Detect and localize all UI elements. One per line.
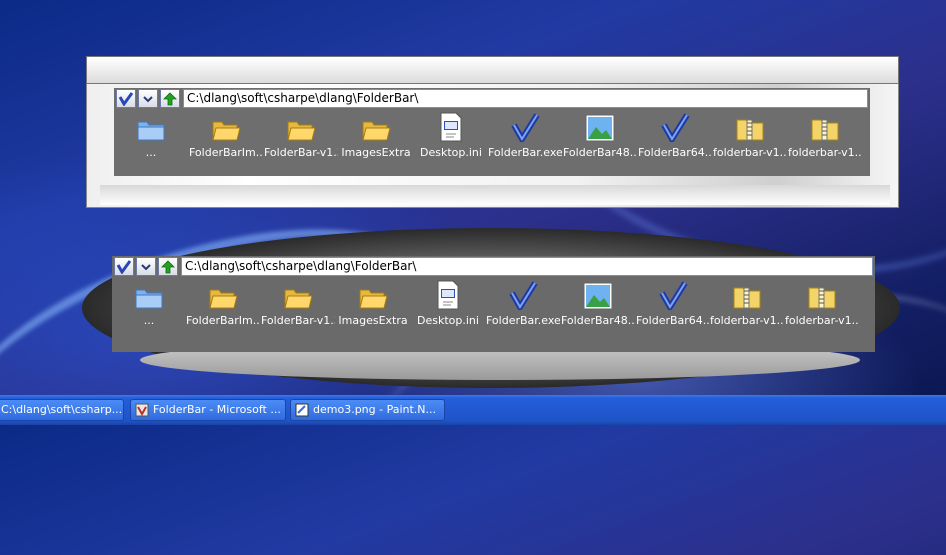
file-item[interactable]: folderbar-v1.... [713, 112, 787, 159]
folder-icon [189, 112, 263, 142]
file-item[interactable]: FolderBarIm... [189, 112, 263, 159]
file-item-label: FolderBar48... [563, 146, 637, 159]
file-item[interactable]: FolderBar64... [636, 280, 710, 327]
file-item[interactable]: FolderBar.exe [488, 112, 562, 159]
file-item-label: folderbar-v1.... [788, 146, 862, 159]
folderbar-exe-icon [636, 280, 710, 310]
file-item-label: FolderBar-v1.3 [261, 314, 335, 327]
file-item[interactable]: FolderBar-v1.3 [264, 112, 338, 159]
folderbar-logo-icon [116, 260, 132, 274]
file-item[interactable]: FolderBarIm... [186, 280, 260, 327]
file-item[interactable]: FolderBar48... [561, 280, 635, 327]
file-item[interactable]: FolderBar48... [563, 112, 637, 159]
file-item[interactable]: folderbar-v1.... [785, 280, 859, 327]
ini-file-icon [414, 112, 488, 142]
folderbar-toolbar: C:\dlang\soft\csharpe\dlang\FolderBar\ [114, 88, 870, 109]
folderbar-exe-icon [638, 112, 712, 142]
folderbar-panel: C:\dlang\soft\csharpe\dlang\FolderBar\ .… [114, 88, 870, 176]
taskbar-label: FolderBar - Microsoft ... [153, 403, 281, 416]
folderbar-logo-button[interactable] [114, 257, 134, 276]
file-item[interactable]: ImagesExtra [336, 280, 410, 327]
folder-icon [336, 280, 410, 310]
file-item-label: ... [145, 146, 157, 159]
zip-folder-icon [710, 280, 784, 310]
taskbar-button-explorer[interactable]: C:\dlang\soft\csharp... [0, 399, 124, 421]
file-item-label: folderbar-v1.... [785, 314, 859, 327]
file-item[interactable]: ... [114, 112, 188, 159]
ini-file-icon [411, 280, 485, 310]
file-item[interactable]: Desktop.ini [411, 280, 485, 327]
file-item-label: FolderBar-v1.3 [264, 146, 338, 159]
paint-icon [295, 403, 309, 417]
taskbar: C:\dlang\soft\csharp... FolderBar - Micr… [0, 395, 946, 425]
chevron-down-icon [141, 263, 151, 270]
up-folder-button[interactable] [158, 257, 178, 276]
taskbar-button-visual-studio[interactable]: FolderBar - Microsoft ... [130, 399, 286, 421]
taskbar-label: demo3.png - Paint.N... [313, 403, 437, 416]
file-item[interactable]: ... [112, 280, 186, 327]
file-item[interactable]: Desktop.ini [414, 112, 488, 159]
folderbar-title-strip[interactable] [86, 56, 899, 84]
file-item[interactable]: folderbar-v1.... [788, 112, 862, 159]
file-item-label: FolderBar64... [636, 314, 710, 327]
file-item[interactable]: FolderBar-v1.3 [261, 280, 335, 327]
dropdown-button[interactable] [136, 257, 156, 276]
file-item-label: folderbar-v1.... [713, 146, 787, 159]
folderbar-skin-base [100, 185, 890, 205]
file-item-label: FolderBarIm... [189, 146, 263, 159]
folder-blue-icon [112, 280, 186, 310]
file-item-label: Desktop.ini [417, 314, 479, 327]
image-file-icon [563, 112, 637, 142]
file-item-label: ImagesExtra [341, 146, 411, 159]
file-item[interactable]: FolderBar64... [638, 112, 712, 159]
file-item-label: FolderBar48... [561, 314, 635, 327]
up-arrow-icon [163, 91, 177, 105]
folderbar-toolbar: C:\dlang\soft\csharpe\dlang\FolderBar\ [112, 256, 875, 277]
path-field[interactable]: C:\dlang\soft\csharpe\dlang\FolderBar\ [181, 257, 873, 276]
zip-folder-icon [788, 112, 862, 142]
folder-icon [264, 112, 338, 142]
file-item-label: Desktop.ini [420, 146, 482, 159]
folder-icon [186, 280, 260, 310]
taskbar-button-paint[interactable]: demo3.png - Paint.N... [290, 399, 445, 421]
folderbar-panel: C:\dlang\soft\csharpe\dlang\FolderBar\ .… [112, 256, 875, 352]
file-item-label: folderbar-v1.... [710, 314, 784, 327]
file-item[interactable]: FolderBar.exe [486, 280, 560, 327]
up-arrow-icon [161, 259, 175, 273]
folder-icon [339, 112, 413, 142]
file-item-label: ... [143, 314, 155, 327]
file-item[interactable]: ImagesExtra [339, 112, 413, 159]
taskbar-label: C:\dlang\soft\csharp... [1, 403, 123, 416]
folderbar-logo-icon [118, 92, 134, 106]
up-folder-button[interactable] [160, 89, 180, 108]
folderbar-exe-icon [486, 280, 560, 310]
image-file-icon [561, 280, 635, 310]
path-field[interactable]: C:\dlang\soft\csharpe\dlang\FolderBar\ [183, 89, 868, 108]
file-item-label: ImagesExtra [338, 314, 408, 327]
file-item-label: FolderBar64... [638, 146, 712, 159]
visual-studio-icon [135, 403, 149, 417]
file-item[interactable]: folderbar-v1.... [710, 280, 784, 327]
chevron-down-icon [143, 95, 153, 102]
file-list: ... FolderBarIm... FolderBar-v1.3 ImagesExt… [112, 280, 875, 340]
file-item-label: FolderBar.exe [488, 146, 562, 159]
folderbar-exe-icon [488, 112, 562, 142]
file-item-label: FolderBar.exe [486, 314, 560, 327]
dropdown-button[interactable] [138, 89, 158, 108]
folder-blue-icon [114, 112, 188, 142]
folder-icon [261, 280, 335, 310]
file-list: ... FolderBarIm... FolderBar-v1.3 ImagesExt… [114, 112, 870, 172]
zip-folder-icon [713, 112, 787, 142]
folderbar-logo-button[interactable] [116, 89, 136, 108]
file-item-label: FolderBarIm... [186, 314, 260, 327]
zip-folder-icon [785, 280, 859, 310]
